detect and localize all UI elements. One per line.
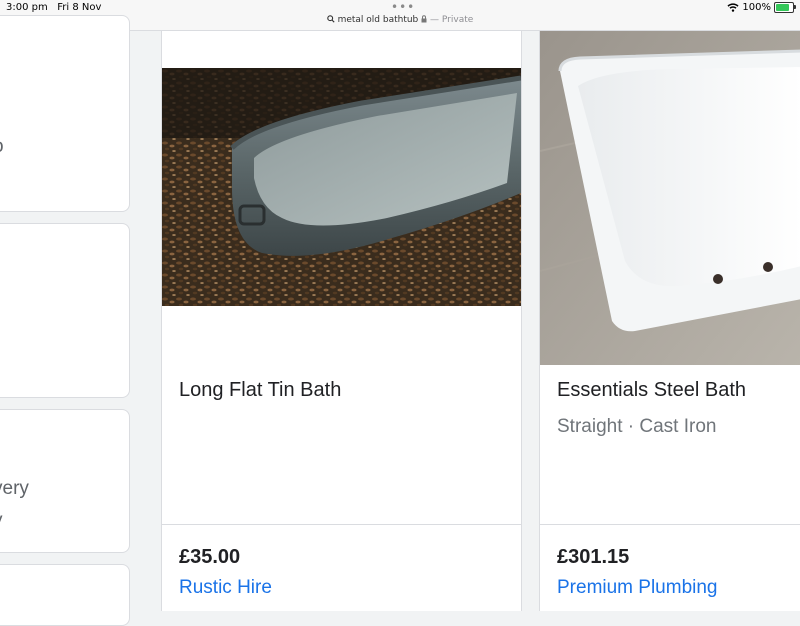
lock-icon [421, 15, 427, 23]
card-divider [540, 524, 800, 525]
url-query: metal old bathtub [337, 15, 419, 25]
battery-icon [774, 2, 796, 13]
seller-link[interactable]: Premium Plumbing [557, 577, 718, 599]
product-card[interactable]: Long Flat Tin Bath £35.00 Rustic Hire [161, 31, 522, 611]
product-title[interactable]: Long Flat Tin Bath [179, 379, 341, 402]
product-price: £35.00 [179, 546, 241, 568]
product-image[interactable] [540, 31, 800, 365]
status-right: 100% [727, 2, 796, 13]
left-card-1-text: o [0, 136, 4, 158]
battery-percent: 100% [742, 2, 771, 13]
status-time-date: 3:00 pm Fri 8 Nov [6, 2, 101, 13]
left-card-1[interactable]: o [0, 15, 130, 212]
wifi-icon [727, 3, 739, 12]
left-card-2[interactable] [0, 223, 130, 398]
left-card-3[interactable]: very y [0, 409, 130, 553]
left-card-4[interactable] [0, 564, 130, 626]
card-divider [162, 524, 521, 525]
private-label: — Private [430, 15, 474, 25]
more-dots-icon[interactable]: ••• [391, 0, 415, 14]
left-card-3-text-a: very [0, 478, 29, 499]
product-card[interactable]: Essentials Steel Bath Straight · Cast Ir… [539, 31, 800, 611]
search-icon [326, 15, 335, 23]
product-title[interactable]: Essentials Steel Bath [557, 379, 746, 402]
product-image[interactable] [162, 68, 521, 306]
product-price: £301.15 [557, 546, 630, 568]
seller-link[interactable]: Rustic Hire [179, 577, 272, 599]
status-date: Fri 8 Nov [57, 2, 102, 13]
product-subtitle: Straight · Cast Iron [557, 416, 717, 437]
left-card-3-text-b: y [0, 510, 3, 532]
status-time: 3:00 pm [6, 2, 48, 13]
